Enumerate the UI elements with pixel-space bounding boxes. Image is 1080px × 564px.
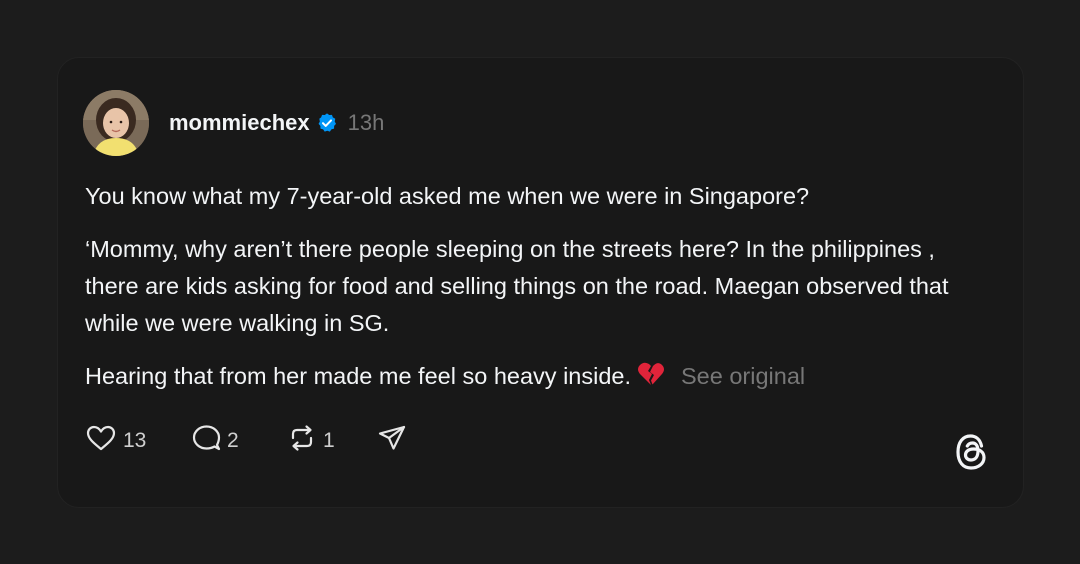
post-card: mommiechex 13h You know what my 7-year-o… bbox=[57, 57, 1024, 508]
share-button[interactable] bbox=[377, 424, 407, 458]
reply-button[interactable]: 2 bbox=[191, 424, 287, 458]
repost-button[interactable]: 1 bbox=[287, 424, 377, 458]
comment-icon bbox=[191, 424, 221, 458]
post-body: You know what my 7-year-old asked me whe… bbox=[85, 178, 985, 414]
post-actions: 13 2 1 bbox=[85, 424, 407, 458]
post-paragraph-1: You know what my 7-year-old asked me whe… bbox=[85, 183, 810, 209]
like-button[interactable]: 13 bbox=[85, 424, 191, 458]
post-time: 13h bbox=[347, 110, 385, 135]
post-paragraph-3-text: Hearing that from her made me feel so he… bbox=[85, 363, 631, 389]
avatar[interactable] bbox=[83, 90, 149, 156]
send-icon bbox=[377, 424, 407, 458]
reply-count: 2 bbox=[227, 429, 239, 452]
username[interactable]: mommiechex bbox=[169, 110, 310, 136]
verified-badge-icon bbox=[316, 112, 338, 134]
post-header: mommiechex 13h bbox=[83, 90, 384, 156]
post-paragraph-3: Hearing that from her made me feel so he… bbox=[85, 358, 985, 398]
repost-icon bbox=[287, 424, 317, 458]
post-paragraph-2: ‘Mommy, why aren’t there people sleeping… bbox=[85, 236, 949, 336]
see-original-link[interactable]: See original bbox=[681, 363, 805, 389]
threads-logo-icon bbox=[953, 432, 991, 477]
heart-icon bbox=[85, 424, 117, 458]
like-count: 13 bbox=[123, 429, 147, 452]
repost-count: 1 bbox=[323, 429, 335, 452]
broken-heart-icon bbox=[637, 361, 665, 398]
